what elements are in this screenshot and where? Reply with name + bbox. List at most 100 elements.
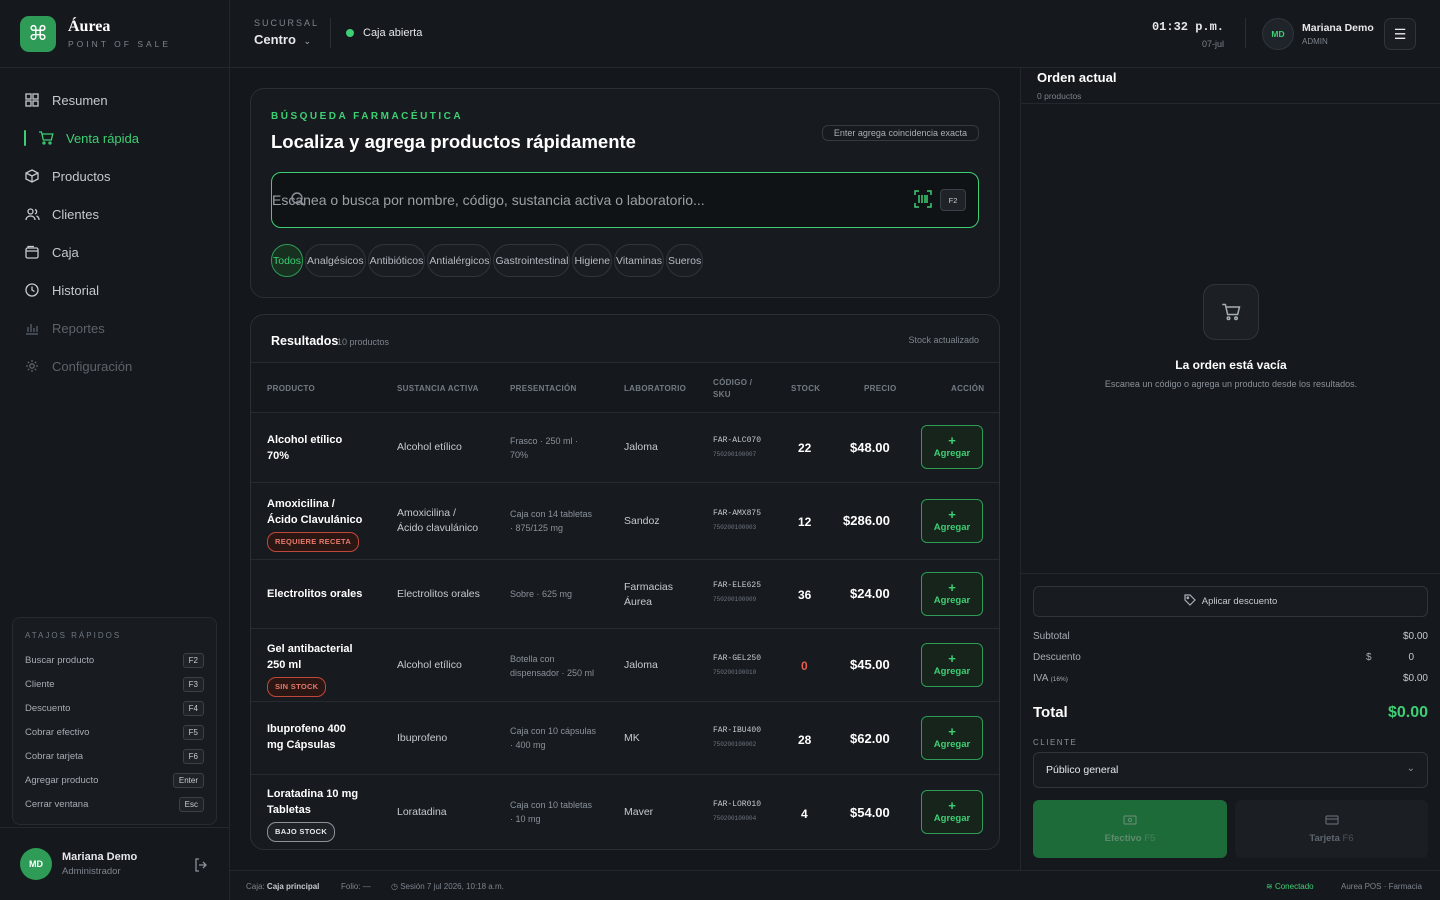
active-substance: Ibuprofeno xyxy=(397,732,448,744)
category-chip[interactable]: Antibióticos xyxy=(367,244,426,277)
sidebar-item-configuracion[interactable]: Configuración xyxy=(0,347,229,385)
status-product: Aurea POS · Farmacia xyxy=(1341,882,1422,891)
laboratory: Jaloma xyxy=(624,659,658,671)
register-status: Caja abierta xyxy=(346,27,422,39)
pay-cash-button[interactable]: Efectivo F5 xyxy=(1033,800,1227,858)
sidebar-item-reportes[interactable]: Reportes xyxy=(0,309,229,347)
add-product-button[interactable]: + Agregar xyxy=(921,643,983,687)
category-chip[interactable]: Antialérgicos xyxy=(427,244,492,277)
clock: 01:32 p.m. 07-jul xyxy=(1152,20,1224,49)
sidebar-item-historial[interactable]: Historial xyxy=(0,271,229,309)
plus-icon: + xyxy=(948,432,956,448)
pay-cash-label: Efectivo xyxy=(1104,833,1142,844)
plus-icon: + xyxy=(948,650,956,666)
presentation: Caja con 10 cápsulas · 400 mg xyxy=(510,726,597,750)
product-code: FAR-GEL250 750200100010 xyxy=(713,654,762,676)
user-name: Mariana Demo xyxy=(62,851,138,863)
branch-selector[interactable]: SUCURSAL Centro ⌄ xyxy=(254,18,319,47)
status-connection: ≋ Conectado xyxy=(1266,882,1314,891)
total-label: Total xyxy=(1033,704,1068,721)
discount-input[interactable]: 0 xyxy=(1408,652,1414,663)
client-select[interactable]: Público general ⌄ xyxy=(1033,752,1428,788)
shortcut-label: Agregar producto xyxy=(25,774,99,786)
sidebar-item-resumen[interactable]: Resumen xyxy=(0,81,229,119)
price-value: $286.00 xyxy=(843,513,890,528)
shortcut-key: F2 xyxy=(182,652,204,668)
sidebar-nav: Resumen Venta rápida Productos Clientes … xyxy=(0,68,229,385)
category-chip[interactable]: Todos xyxy=(271,244,304,277)
presentation: Botella con dispensador · 250 ml xyxy=(510,654,595,678)
stock-value: 0 xyxy=(801,659,808,673)
empty-cart-icon xyxy=(1203,284,1259,340)
price-value: $24.00 xyxy=(850,586,890,601)
product-name: Gel antibacterial 250 ml SIN STOCK xyxy=(267,641,353,697)
product-code: FAR-AMX875 750200100003 xyxy=(713,509,762,531)
category-chip[interactable]: Analgésicos xyxy=(305,244,366,277)
search-heading: Localiza y agrega productos rápidamente xyxy=(271,131,636,152)
search-eyebrow: BÚSQUEDA FARMACÉUTICA xyxy=(271,111,464,122)
topbar-user[interactable]: MD Mariana Demo ADMIN xyxy=(1262,18,1374,50)
category-chip[interactable]: Sueros xyxy=(665,244,704,277)
column-header: LABORATORIO xyxy=(624,384,687,393)
add-product-button[interactable]: + Agregar xyxy=(921,790,983,834)
barcode-scan-icon[interactable] xyxy=(914,190,932,212)
table-row: Loratadina 10 mg Tabletas BAJO STOCK Lorat… xyxy=(251,775,999,849)
add-product-button[interactable]: + Agregar xyxy=(921,716,983,760)
pay-card-button[interactable]: Tarjeta F6 xyxy=(1235,800,1428,858)
clock-time: 01:32 p.m. xyxy=(1151,20,1224,34)
category-chip[interactable]: Higiene xyxy=(572,244,613,277)
main-content: BÚSQUEDA FARMACÉUTICA Localiza y agrega … xyxy=(230,68,1020,870)
stock-value: 22 xyxy=(798,441,812,455)
apply-discount-button[interactable]: Aplicar descuento xyxy=(1033,586,1428,617)
search-box: F2 xyxy=(271,172,979,228)
price-value: $48.00 xyxy=(850,440,890,455)
shortcut-label: Cerrar ventana xyxy=(25,798,89,810)
shortcut-row: Cliente F3 xyxy=(25,672,204,696)
cart-icon xyxy=(38,130,54,146)
laboratory: Sandoz xyxy=(624,515,660,527)
search-input[interactable] xyxy=(272,173,892,227)
shortcut-row: Cobrar efectivo F5 xyxy=(25,720,204,744)
branch-value: Centro xyxy=(254,32,296,47)
wifi-icon: ≋ xyxy=(1266,882,1273,891)
shortcut-key: F4 xyxy=(182,700,204,716)
logout-icon[interactable] xyxy=(194,858,208,875)
shortcut-label: Cobrar tarjeta xyxy=(25,750,84,762)
shortcut-key: Enter xyxy=(172,772,204,788)
sidebar-item-label: Configuración xyxy=(52,358,133,374)
sidebar-item-clientes[interactable]: Clientes xyxy=(0,195,229,233)
divider xyxy=(1245,18,1246,48)
brand-subtitle: POINT OF SALE xyxy=(68,39,172,49)
shortcut-label: Descuento xyxy=(25,702,71,714)
price-value: $62.00 xyxy=(850,731,890,746)
credit-card-icon xyxy=(1324,814,1339,828)
active-substance: Amoxicilina / Ácido clavulánico xyxy=(397,507,479,534)
history-icon xyxy=(24,282,40,298)
user-profile: MD Mariana Demo Administrador xyxy=(0,827,230,900)
sidebar-item-label: Historial xyxy=(52,282,99,298)
subtotal-row: Subtotal $0.00 xyxy=(1033,631,1428,642)
category-chip[interactable]: Gastrointestinal xyxy=(493,244,571,277)
add-product-button[interactable]: + Agregar xyxy=(921,425,983,469)
results-count: 10 productos xyxy=(337,337,390,347)
column-header: CÓDIGO / xyxy=(713,378,753,387)
status-bar: Caja: Caja principal Folio: — ◷ Sesión 7… xyxy=(230,870,1440,900)
sidebar: ⌘ Áurea POINT OF SALE Resumen Venta rápi… xyxy=(0,0,230,900)
stock-value: 12 xyxy=(798,515,812,529)
add-product-button[interactable]: + Agregar xyxy=(921,499,983,543)
table-row: Electrolitos orales Electrolitos orales … xyxy=(251,560,999,629)
presentation: Caja con 10 tabletas · 10 mg xyxy=(510,800,593,824)
product-name: Ibuprofeno 400 mg Cápsulas xyxy=(267,723,346,751)
sidebar-item-productos[interactable]: Productos xyxy=(0,157,229,195)
column-header: SKU xyxy=(713,390,731,399)
subtotal-value: $0.00 xyxy=(1402,631,1428,642)
category-chip[interactable]: Vitaminas xyxy=(614,244,664,277)
category-filters: Todos Analgésicos Antibióticos Antialérg… xyxy=(271,244,704,277)
add-product-button[interactable]: + Agregar xyxy=(921,572,983,616)
sidebar-item-venta-rapida[interactable]: Venta rápida xyxy=(0,119,229,157)
menu-button[interactable]: ☰ xyxy=(1384,18,1416,50)
price-value: $54.00 xyxy=(850,805,890,820)
sidebar-item-caja[interactable]: Caja xyxy=(0,233,229,271)
shortcut-row: Agregar producto Enter xyxy=(25,768,204,792)
column-header: PRESENTACIÓN xyxy=(510,384,577,393)
